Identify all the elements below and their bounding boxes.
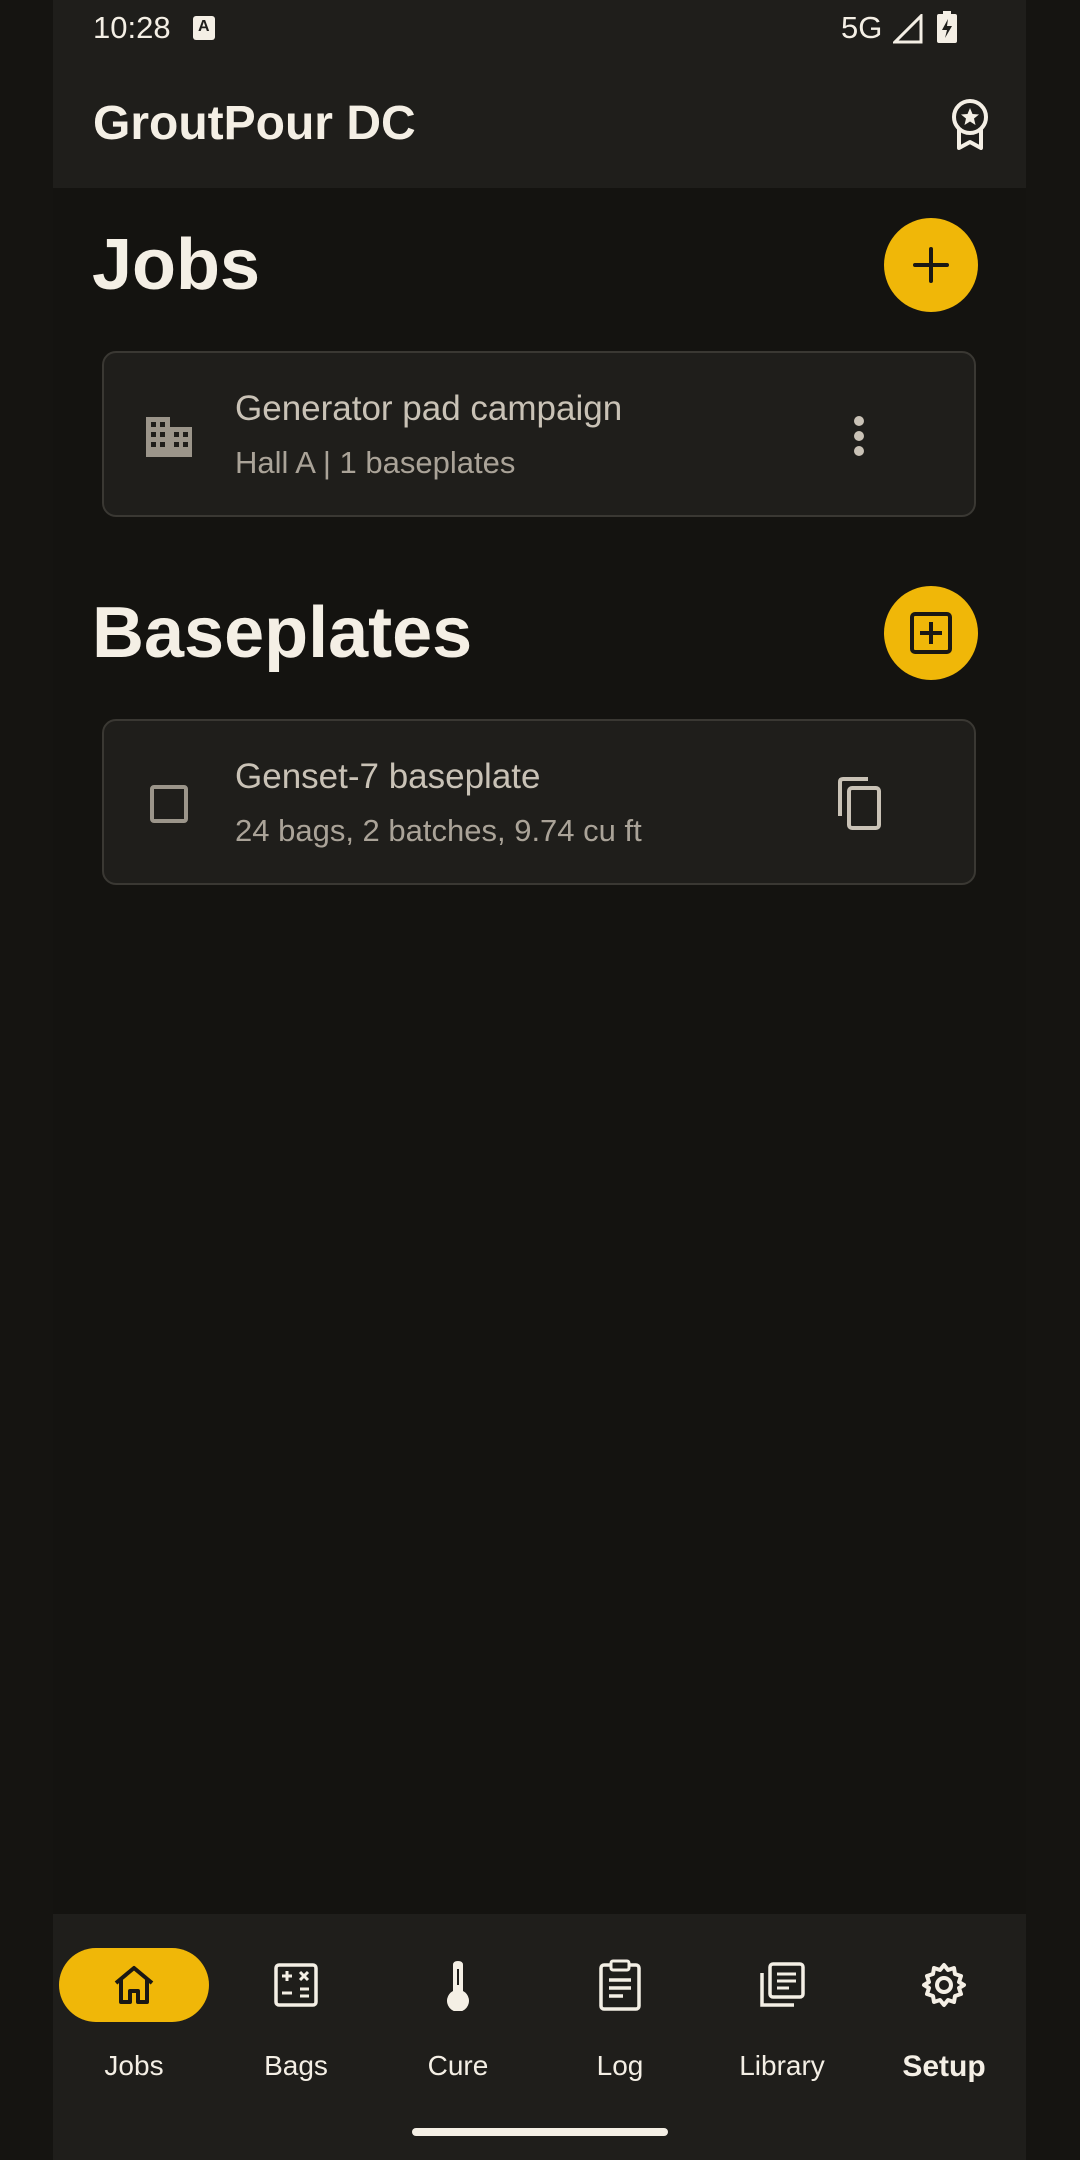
- add-box-icon: [910, 612, 952, 654]
- nav-label: Log: [596, 2050, 644, 2081]
- thermometer-icon: [447, 1961, 469, 2011]
- nav-label: Library: [739, 2050, 825, 2081]
- bottom-navigation: Jobs Bags Cure Log Library Setup: [53, 1914, 1026, 2160]
- app-title: GroutPour DC: [93, 97, 416, 150]
- nav-jobs[interactable]: Jobs: [59, 1948, 209, 2088]
- screen: 10:28 5G GroutPour DC Jobs: [0, 0, 1080, 2160]
- nav-log[interactable]: Log: [545, 1948, 695, 2088]
- baseplate-subtitle: 24 bags, 2 batches, 9.74 cu ft: [235, 813, 642, 848]
- calculator-icon: [274, 1963, 318, 2007]
- more-options-button[interactable]: [824, 401, 894, 471]
- jobs-title: Jobs: [92, 225, 261, 305]
- clipboard-icon: [599, 1959, 641, 2011]
- baseplate-title: Genset-7 baseplate: [235, 757, 541, 796]
- nav-label: Bags: [264, 2050, 328, 2081]
- nav-label: Setup: [902, 2050, 986, 2083]
- home-indicator[interactable]: [412, 2128, 668, 2136]
- home-icon: [114, 1966, 154, 2004]
- nav-setup[interactable]: Setup: [869, 1948, 1019, 2088]
- plus-icon: [913, 247, 949, 283]
- status-bar: 10:28 5G: [53, 0, 1026, 56]
- signal-icon: [893, 14, 923, 44]
- network-type: 5G: [841, 10, 883, 45]
- baseplate-card[interactable]: Genset-7 baseplate 24 bags, 2 batches, 9…: [102, 719, 976, 885]
- job-title: Generator pad campaign: [235, 389, 623, 428]
- nav-label: Jobs: [104, 2050, 164, 2081]
- nav-library[interactable]: Library: [707, 1948, 857, 2088]
- notification-a-icon: [193, 16, 215, 40]
- add-job-button[interactable]: [884, 218, 978, 312]
- nav-cure[interactable]: Cure: [383, 1948, 533, 2088]
- building-icon: [146, 417, 192, 457]
- status-time: 10:28: [93, 10, 171, 45]
- copy-icon: [838, 777, 881, 830]
- copy-baseplate-button[interactable]: [824, 769, 894, 839]
- job-card[interactable]: Generator pad campaign Hall A | 1 basepl…: [102, 351, 976, 517]
- square-icon: [150, 785, 188, 823]
- job-subtitle: Hall A | 1 baseplates: [235, 445, 516, 480]
- baseplates-title: Baseplates: [92, 593, 473, 673]
- nav-bags[interactable]: Bags: [221, 1948, 371, 2088]
- app-bar: GroutPour DC: [53, 56, 1026, 188]
- battery-charging-icon: [937, 11, 957, 43]
- add-baseplate-button[interactable]: [884, 586, 978, 680]
- nav-label: Cure: [427, 2050, 489, 2081]
- more-vert-icon: [854, 416, 864, 456]
- app-frame: [53, 0, 1026, 2160]
- library-icon: [760, 1962, 805, 2007]
- award-icon[interactable]: [947, 98, 993, 150]
- gear-icon: [922, 1963, 966, 2007]
